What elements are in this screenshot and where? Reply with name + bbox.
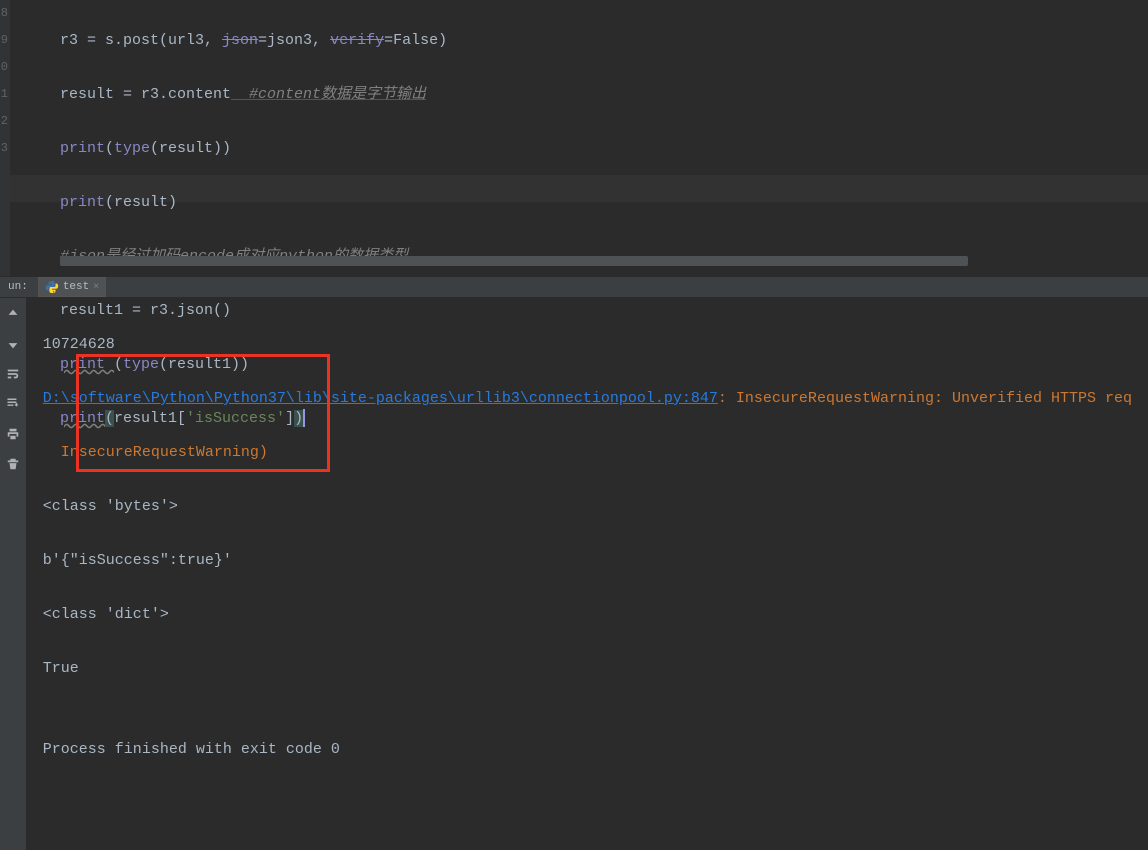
run-label: un: [2,281,34,293]
horizontal-scrollbar[interactable] [60,256,968,266]
file-link[interactable]: D:\software\Python\Python37\lib\site-pac… [43,390,718,407]
output-line: InsecureRequestWarning) [43,439,1132,466]
wrap-icon[interactable] [1,362,25,386]
console-toolbar [0,298,27,850]
code-content[interactable]: r3 = s.post(url3, json=json3, verify=Fal… [10,0,1148,276]
code-editor[interactable]: 8 9 0 1 2 3 r3 = s.post(url3, json=json3… [0,0,1148,276]
output-line: True [43,655,1132,682]
python-icon [45,280,59,294]
output-line: <class 'dict'> [43,601,1132,628]
print-icon[interactable] [1,422,25,446]
scroll-icon[interactable] [1,392,25,416]
output-line: Process finished with exit code 0 [43,736,1132,763]
down-icon[interactable] [1,332,25,356]
output-line: b'{"isSuccess":true}' [43,547,1132,574]
output-line: 10724628 [43,331,1132,358]
rerun-up-icon[interactable] [1,302,25,326]
line-gutter: 8 9 0 1 2 3 [0,0,10,276]
output-line: <class 'bytes'> [43,493,1132,520]
output-line: D:\software\Python\Python37\lib\site-pac… [43,385,1132,412]
trash-icon[interactable] [1,452,25,476]
console-output[interactable]: 10724628 D:\software\Python\Python37\lib… [27,298,1148,850]
